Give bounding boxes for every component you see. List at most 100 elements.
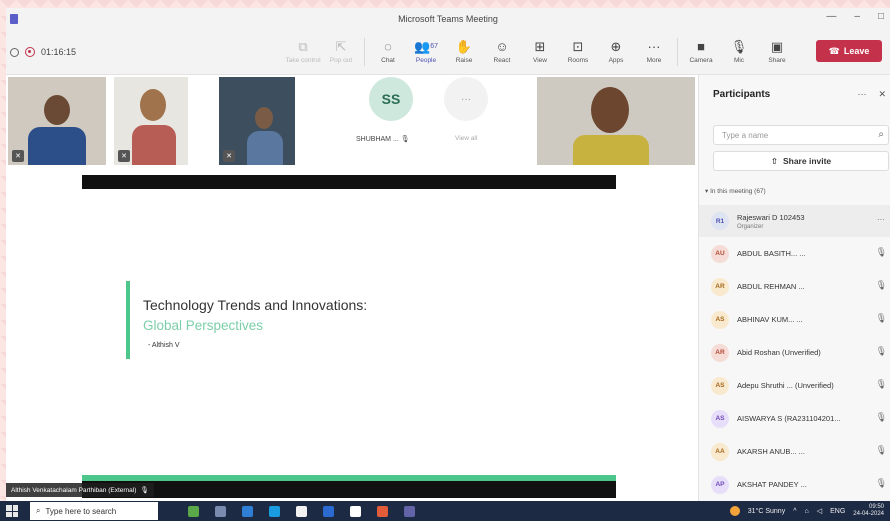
slide-subtitle: Global Perspectives [143,318,264,333]
participant-name: AKARSH ANUB... ... [737,447,805,456]
video-tile[interactable] [537,77,695,165]
taskbar-search-input[interactable]: ⌕ Type here to search [30,502,158,520]
participant-video [44,95,70,125]
mic-icon: 🎙 [140,487,149,494]
view-label: View [533,57,547,64]
slide-accent-bar [126,281,130,359]
apps-label: Apps [608,57,624,64]
react-button[interactable]: ☺ React [483,40,521,65]
windows-start-icon[interactable] [6,505,18,517]
participant-avatar: R1 [711,212,729,230]
search-icon: ⌕ [36,506,41,515]
participant-name: AKSHAT PANDEY ... [737,480,807,489]
list-item[interactable]: AA AKARSH ANUB... ... 🎙 [699,435,890,468]
share-invite-button[interactable]: ⇧ Share invite [713,151,889,171]
leave-button[interactable]: ☎ Leave [816,40,882,62]
video-tile[interactable]: ✕ [8,77,106,165]
store-icon[interactable] [323,505,334,517]
mic-off-icon: 🎙 [400,136,410,143]
pop-out-button[interactable]: ⇱ Pop out [322,40,360,65]
browser-icon[interactable] [377,505,388,517]
chevron-up-icon[interactable]: ^ [793,508,796,515]
participant-avatar: AS [711,376,729,395]
more-button[interactable]: ··· More [635,39,673,65]
share-label: Share [768,57,786,64]
participant-list: R1 Rajeswari D 102453 Organizer ··· AU A… [699,205,890,501]
view-button[interactable]: ⊞ View [521,40,559,65]
mic-off-icon: 🎙 [875,346,887,356]
chat-label: Chat [381,57,395,64]
take-control-label: Take control [285,57,321,64]
participant-video-body [132,125,176,165]
take-control-button[interactable]: ⧉ Take control [284,40,322,65]
list-item[interactable]: AR ABDUL REHMAN ... 🎙 [699,270,890,303]
chrome-icon[interactable] [296,505,307,517]
presenter-name: Althish Venkatachalam Parthiban (Externa… [11,486,137,494]
list-item[interactable]: R1 Rajeswari D 102453 Organizer ··· [699,205,890,237]
mic-off-icon: 🎙 [875,379,887,389]
rooms-button[interactable]: ⊡ Rooms [559,39,597,65]
meeting-toolbar: 01:16:15 ⧉ Take control ⇱ Pop out ◌ Chat… [6,30,890,75]
shared-screen: Technology Trends and Innovations: Globa… [82,175,616,498]
share-button[interactable]: ▣ Share [758,40,796,65]
weather-text[interactable]: 31°C Sunny [748,508,785,515]
in-meeting-section-header[interactable]: ▾ In this meeting (67) [705,187,766,195]
widgets-icon[interactable] [188,505,199,517]
more-icon: ··· [647,39,661,54]
participant-name: ABDUL BASITH... ... [737,249,806,258]
participant-name: Abid Roshan (Unverified) [737,348,821,357]
chat-button[interactable]: ◌ Chat [369,40,407,65]
mic-button[interactable]: 🎙 Mic [720,39,758,65]
teams-meeting-window: Microsoft Teams Meeting — – □ 01:16:15 ⧉… [6,8,890,501]
volume-icon[interactable]: ◁ [817,507,822,515]
mic-icon: 🎙 [730,39,748,54]
recording-icon [25,47,35,57]
rooms-icon: ⊡ [572,39,584,54]
list-item[interactable]: AS AISWARYA S (RA231104201... 🎙 [699,402,890,435]
people-button[interactable]: 👥67 People [407,40,445,65]
people-count: 67 [430,43,438,50]
clock[interactable]: 09:50 24-04-2024 [853,504,884,518]
participant-video [140,89,166,121]
apps-button[interactable]: ⊕ Apps [597,39,635,65]
mic-off-icon: 🎙 [875,313,887,323]
react-label: React [493,57,511,64]
participant-video-body [573,135,649,165]
view-all-button[interactable]: ··· [444,77,488,121]
mic-off-icon: 🎙 [875,280,887,290]
more-options-icon[interactable]: ··· [877,215,885,224]
teams-icon[interactable] [404,505,415,517]
camera-button[interactable]: ■ Camera [682,40,720,65]
toolbar-divider [364,38,365,66]
list-item[interactable]: AS Adepu Shruthi ... (Unverified) 🎙 [699,369,890,402]
close-icon[interactable]: ✕ [878,89,886,100]
minimize-icon[interactable]: – [854,11,860,22]
language-indicator[interactable]: ENG [830,508,845,515]
slide-top-border [82,175,616,189]
list-item[interactable]: AU ABDUL BASITH... ... 🎙 [699,237,890,270]
apps-icon: ⊕ [610,39,622,54]
participant-name: ABHINAV KUM... ... [737,315,803,324]
mic-off-icon: 🎙 [875,412,887,422]
mic-muted-icon: ✕ [118,150,130,162]
list-item[interactable]: AR Abid Roshan (Unverified) 🎙 [699,336,890,369]
file-explorer-icon[interactable] [242,505,253,517]
task-view-icon[interactable] [215,505,226,517]
more-window-icon[interactable]: — [826,11,836,22]
raise-label: Raise [455,57,473,64]
avatar[interactable]: SS [369,77,413,121]
list-item[interactable]: AP AKSHAT PANDEY ... 🎙 [699,468,890,501]
share-invite-icon: ⇧ [770,155,778,166]
participant-avatar: AU [711,244,729,263]
participant-search-input[interactable]: Type a name ⌕ [713,125,889,145]
raise-hand-button[interactable]: ✋ Raise [445,40,483,65]
edge-icon[interactable] [269,505,280,517]
app-icon[interactable] [350,505,361,517]
video-tile[interactable]: ✕ [114,77,188,165]
list-item[interactable]: AS ABHINAV KUM... ... 🎙 [699,303,890,336]
maximize-icon[interactable]: □ [878,11,884,22]
participant-video [591,87,629,133]
video-tile[interactable]: ✕ [219,77,295,165]
panel-more-icon[interactable]: ··· [857,89,866,100]
network-icon[interactable]: ⌂ [805,508,809,515]
